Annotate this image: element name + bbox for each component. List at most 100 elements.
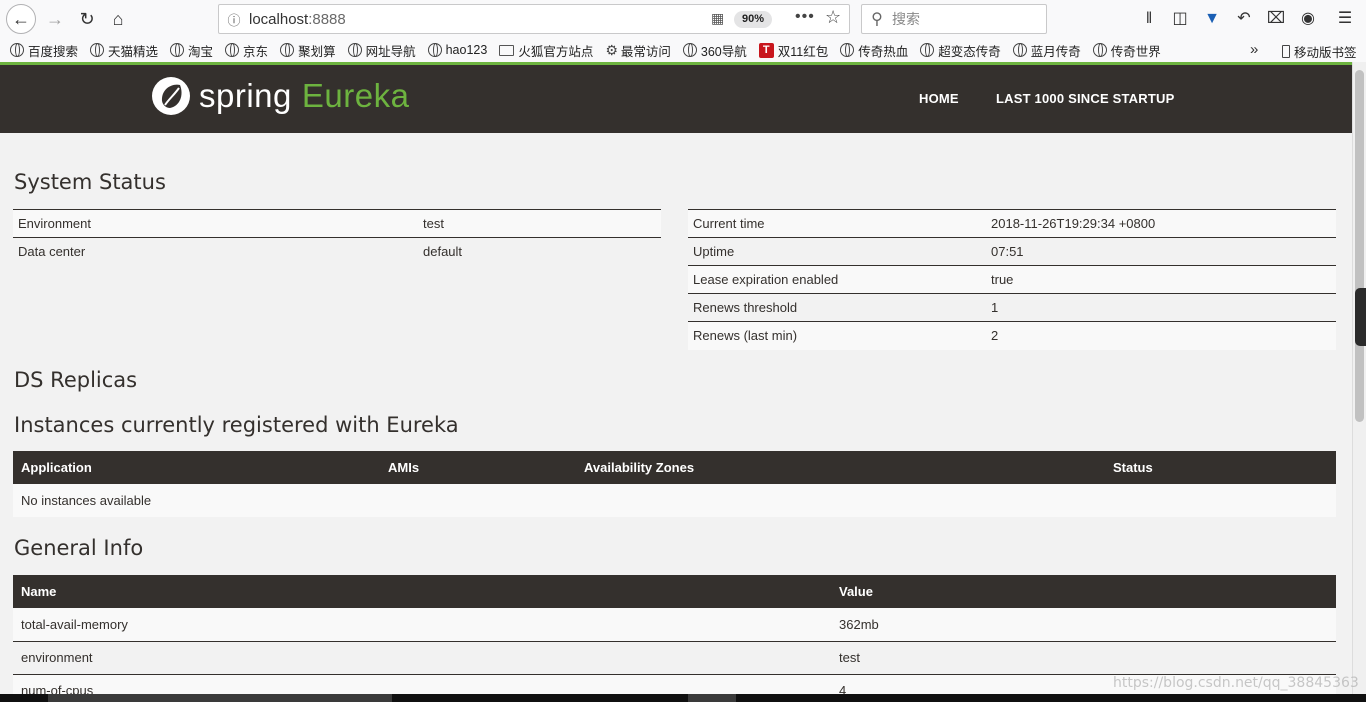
status-key: Uptime (688, 237, 986, 266)
status-key: Renews threshold (688, 293, 986, 322)
empty-message: No instances available (13, 484, 1336, 517)
tmall-icon: T (758, 42, 774, 58)
status-value: 1 (986, 293, 1336, 322)
taskbar-segment[interactable] (688, 694, 736, 702)
mobile-icon (1282, 45, 1290, 58)
browser-toolbar: ← → ↻ ⌂ ⓘ localhost:8888 ▦ 90% ••• ☆ ⚲ 搜… (0, 0, 1366, 38)
watermark-text: https://blog.csdn.net/qq_38845363 (1113, 675, 1359, 691)
bookmark-folder[interactable]: 火狐官方站点 (499, 41, 593, 60)
nav-home-link[interactable]: HOME (919, 91, 959, 106)
spring-leaf-icon (152, 77, 190, 115)
column-header-status: Status (1105, 451, 1336, 484)
library-icon[interactable]: ‖ (1138, 8, 1160, 30)
bookmark-item[interactable]: hao123 (427, 43, 487, 57)
bookmark-label: 蓝月传奇 (1030, 44, 1081, 59)
status-value: test (418, 209, 661, 238)
bookmark-label: 双11红包 (777, 44, 829, 59)
reload-icon[interactable]: ↻ (72, 4, 102, 34)
bookmark-item[interactable]: 传奇世界 (1092, 41, 1161, 60)
column-header-availability-zones: Availability Zones (576, 451, 1105, 484)
instances-title: Instances currently registered with Eure… (14, 413, 459, 437)
home-icon[interactable]: ⌂ (103, 4, 133, 34)
info-value: 362mb (831, 608, 1336, 641)
eureka-navbar: spring Eureka HOME LAST 1000 SINCE START… (0, 65, 1352, 133)
status-value: 2018-11-26T19:29:34 +0800 (986, 209, 1336, 238)
bookmark-item[interactable]: 京东 (225, 41, 268, 60)
status-key: Data center (13, 237, 418, 266)
globe-icon (920, 43, 935, 57)
page-actions-icon[interactable]: ••• (795, 8, 815, 26)
taskbar-segment[interactable] (48, 694, 392, 702)
search-bar[interactable]: ⚲ 搜索 (861, 4, 1047, 34)
qr-code-icon[interactable]: ▦ (711, 10, 727, 26)
status-key: Renews (last min) (688, 321, 986, 350)
bookmark-label: 火狐官方站点 (518, 44, 594, 59)
instances-table: Application AMIs Availability Zones Stat… (13, 451, 1336, 517)
mobile-bookmarks[interactable]: 移动版书签 (1282, 42, 1357, 61)
column-header-amis: AMIs (380, 451, 576, 484)
logo-spring-text: spring (199, 77, 292, 114)
column-header-application: Application (13, 451, 380, 484)
globe-icon (170, 43, 185, 57)
page-scrollbar[interactable] (1352, 62, 1366, 694)
bookmark-label: 360导航 (700, 44, 747, 59)
column-header-value: Value (831, 575, 1336, 608)
column-header-name: Name (13, 575, 831, 608)
address-bar[interactable]: ⓘ localhost:8888 ▦ 90% ••• ☆ (218, 4, 850, 34)
bookmark-item[interactable]: 网址导航 (347, 41, 416, 60)
spring-eureka-logo[interactable]: spring Eureka (150, 75, 409, 117)
undo-icon[interactable]: ↶ (1233, 8, 1255, 30)
bookmark-item[interactable]: 百度搜索 (10, 41, 78, 60)
globe-icon (1012, 43, 1027, 57)
forward-arrow-icon[interactable]: → (40, 4, 70, 34)
bookmark-label: 最常访问 (620, 44, 671, 59)
bookmark-star-icon[interactable]: ☆ (825, 7, 841, 28)
site-info-icon[interactable]: ⓘ (219, 10, 249, 29)
bookmarks-overflow-icon[interactable]: » (1250, 41, 1258, 58)
folder-icon (499, 44, 515, 56)
status-value: true (986, 265, 1336, 294)
bookmark-item[interactable]: 天猫精选 (90, 41, 158, 60)
bookmark-label: 京东 (243, 44, 269, 59)
sidebar-icon[interactable]: ◫ (1169, 8, 1191, 30)
table-row: No instances available (13, 484, 1336, 517)
chat-icon[interactable]: ◉ (1297, 8, 1319, 30)
bookmark-item[interactable]: 蓝月传奇 (1012, 41, 1081, 60)
mobile-bookmarks-label: 移动版书签 (1294, 46, 1357, 60)
system-status-title: System Status (14, 170, 166, 194)
table-row: Lease expiration enabled true (688, 265, 1336, 294)
side-panel-handle[interactable] (1355, 288, 1366, 346)
back-arrow-icon[interactable]: ← (6, 4, 36, 34)
extension-v-icon[interactable]: ▼ (1201, 8, 1223, 30)
table-row: total-avail-memory 362mb (13, 608, 1336, 641)
bookmark-item[interactable]: 聚划算 (280, 41, 336, 60)
status-key: Environment (13, 209, 418, 238)
table-row: Current time 2018-11-26T19:29:34 +0800 (688, 209, 1336, 238)
url-text[interactable]: localhost:8888 (249, 11, 346, 28)
general-info-title: General Info (14, 536, 144, 560)
bookmark-item[interactable]: 360导航 (682, 41, 747, 60)
status-value: 07:51 (986, 237, 1336, 266)
bookmark-item[interactable]: 超变态传奇 (920, 41, 1001, 60)
table-row: Uptime 07:51 (688, 237, 1336, 266)
menu-icon[interactable]: ☰ (1334, 8, 1356, 30)
bookmark-item[interactable]: ⚙ 最常访问 (605, 41, 671, 60)
info-value: test (831, 640, 1336, 674)
bookmark-label: 传奇世界 (1110, 44, 1161, 59)
crop-icon[interactable]: ⌧ (1265, 8, 1287, 30)
bookmark-item[interactable]: T 双11红包 (758, 41, 829, 60)
zoom-level-badge[interactable]: 90% (734, 11, 773, 28)
search-placeholder: 搜索 (892, 11, 920, 27)
bookmark-item[interactable]: 传奇热血 (840, 41, 908, 60)
nav-last1000-link[interactable]: LAST 1000 SINCE STARTUP (996, 91, 1174, 106)
globe-icon (1092, 43, 1107, 57)
scrollbar-thumb[interactable] (1355, 70, 1364, 422)
status-value: 2 (986, 321, 1336, 350)
table-row: Data center default (13, 237, 661, 266)
system-status-left-table: Environment test Data center default (13, 209, 661, 266)
bookmark-label: 淘宝 (188, 44, 214, 59)
status-key: Lease expiration enabled (688, 265, 986, 294)
os-taskbar (0, 694, 1366, 702)
bookmark-item[interactable]: 淘宝 (170, 41, 213, 60)
system-status-right-table: Current time 2018-11-26T19:29:34 +0800 U… (688, 209, 1336, 350)
